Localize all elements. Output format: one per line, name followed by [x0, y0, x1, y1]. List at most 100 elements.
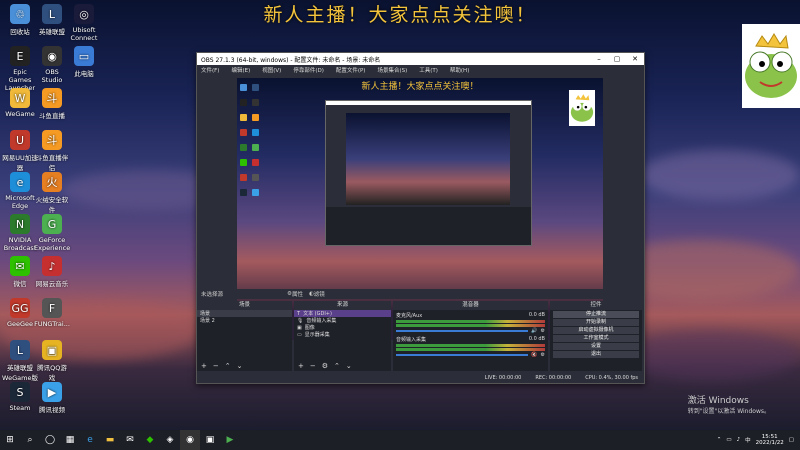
- desktop-icon[interactable]: ◎ Ubisoft Connect: [66, 4, 102, 42]
- source-item[interactable]: ▭ 显示器采集: [294, 331, 391, 339]
- preview-desktop-icon: [240, 99, 247, 106]
- speaker-muted-icon[interactable]: 🔇: [531, 352, 537, 358]
- menu-item[interactable]: 文件(F): [201, 66, 219, 74]
- volume-meter: [396, 320, 545, 323]
- close-icon[interactable]: ✕: [626, 53, 644, 65]
- desktop-icon[interactable]: ✉ 微信: [2, 256, 38, 288]
- desktop-icon[interactable]: U 网易UU加速器: [2, 130, 38, 172]
- sky-cloud: [620, 330, 800, 380]
- scene-item[interactable]: 场景 2: [197, 317, 292, 324]
- menu-item[interactable]: 场景集合(S): [377, 66, 407, 74]
- desktop-icon[interactable]: ♲ 回收站: [2, 4, 38, 36]
- source-item[interactable]: ▣ 图像: [294, 324, 391, 332]
- volume-meter: [396, 348, 545, 351]
- preview-desktop-icon: [240, 144, 247, 151]
- add-icon[interactable]: +: [201, 362, 207, 370]
- chevron-up-icon[interactable]: ⌃: [717, 437, 722, 443]
- game-icon[interactable]: ◈: [160, 430, 180, 450]
- app-icon: GG: [10, 298, 30, 318]
- edge-icon[interactable]: e: [80, 430, 100, 450]
- gear-icon[interactable]: ⚙: [322, 362, 328, 370]
- widgets-icon[interactable]: ▦: [60, 430, 80, 450]
- ime-icon[interactable]: 中: [745, 436, 751, 444]
- desktop-icon-label: 腾讯视频: [39, 406, 65, 414]
- text-icon: T: [297, 310, 301, 317]
- menu-item[interactable]: 工具(T): [419, 66, 438, 74]
- network-icon[interactable]: ▭: [726, 437, 731, 443]
- search-icon[interactable]: ⌕: [20, 430, 40, 450]
- desktop-icon[interactable]: G GeForce Experience: [34, 214, 70, 252]
- clock[interactable]: 15:51 2022/1/22: [756, 434, 784, 446]
- app-icon: N: [10, 214, 30, 234]
- preview-desktop-icon: [240, 129, 247, 136]
- start-recording-button[interactable]: 开始录制: [553, 319, 639, 326]
- stop-streaming-button[interactable]: 停止推流: [553, 311, 639, 318]
- up-icon[interactable]: ⌃: [225, 362, 231, 370]
- up-icon[interactable]: ⌃: [334, 362, 340, 370]
- settings-button[interactable]: 设置: [553, 343, 639, 350]
- cpu-fps: CPU: 0.4%, 30.00 fps: [585, 374, 638, 381]
- scene-item[interactable]: 场景: [197, 310, 292, 317]
- down-icon[interactable]: ⌄: [237, 362, 243, 370]
- desktop-icon[interactable]: S Steam: [2, 382, 38, 412]
- remove-icon[interactable]: −: [213, 362, 219, 370]
- desktop-icon[interactable]: ◉ OBS Studio: [34, 46, 70, 84]
- desktop-icon[interactable]: GG GeeGee: [2, 298, 38, 328]
- desktop-icon[interactable]: L 英雄联盟WeGame版: [2, 340, 38, 382]
- maximize-icon[interactable]: ▢: [608, 53, 626, 65]
- mail-icon[interactable]: ✉: [120, 430, 140, 450]
- desktop-icon[interactable]: L 英雄联盟: [34, 4, 70, 36]
- exit-button[interactable]: 退出: [553, 351, 639, 358]
- file-explorer-icon[interactable]: ▬: [100, 430, 120, 450]
- remove-icon[interactable]: −: [310, 362, 316, 370]
- windows-start-icon[interactable]: ⊞: [0, 430, 20, 450]
- volume-slider[interactable]: [396, 330, 529, 332]
- sources-header: 来源: [294, 301, 391, 310]
- minimize-icon[interactable]: –: [590, 53, 608, 65]
- obs-titlebar[interactable]: OBS 27.1.3 (64-bit, windows) - 配置文件: 未命名…: [197, 53, 644, 65]
- obs-taskbar-icon[interactable]: ◉: [180, 430, 200, 450]
- app-icon: L: [10, 340, 30, 360]
- desktop-icon[interactable]: e Microsoft Edge: [2, 172, 38, 210]
- gear-icon[interactable]: ⚙: [541, 328, 545, 334]
- desktop-icon-label: WeGame: [5, 110, 35, 118]
- source-item[interactable]: T 文本 (GDI+): [294, 310, 391, 317]
- task-view-icon[interactable]: ◯: [40, 430, 60, 450]
- desktop-icon[interactable]: ▭ 此电脑: [66, 46, 102, 78]
- desktop-icon[interactable]: N NVIDIA Broadcast: [2, 214, 38, 252]
- menu-item[interactable]: 编辑(E): [231, 66, 250, 74]
- desktop-icon[interactable]: ▣ 腾讯QQ游戏: [34, 340, 70, 382]
- controls-header: 控件: [550, 301, 642, 310]
- app-icon[interactable]: ▣: [200, 430, 220, 450]
- speaker-icon[interactable]: 🔊: [531, 328, 537, 334]
- desktop-icon[interactable]: ♪ 网易云音乐: [34, 256, 70, 288]
- app-icon[interactable]: ◆: [140, 430, 160, 450]
- desktop-icon[interactable]: 火火绒安全软件: [34, 172, 70, 214]
- desktop-icon[interactable]: 斗斗鱼直播伴侣: [34, 130, 70, 172]
- app-icon: ▶: [42, 382, 62, 402]
- properties-button[interactable]: 属性: [292, 290, 303, 298]
- down-icon[interactable]: ⌄: [346, 362, 352, 370]
- desktop-icon[interactable]: 斗斗鱼直播: [34, 88, 70, 120]
- source-item[interactable]: 🎙 音频输入采集: [294, 317, 391, 325]
- menu-item[interactable]: 视图(V): [262, 66, 281, 74]
- desktop-icon[interactable]: ▶ 腾讯视频: [34, 382, 70, 414]
- filters-button[interactable]: 滤镜: [314, 290, 325, 298]
- desktop-icon[interactable]: W WeGame: [2, 88, 38, 118]
- studio-mode-button[interactable]: 工作室模式: [553, 335, 639, 342]
- desktop-icon-label: NVIDIA Broadcast: [3, 236, 37, 252]
- gear-icon[interactable]: ⚙: [541, 352, 545, 358]
- start-virtual-camera-button[interactable]: 启动虚拟摄像机: [553, 327, 639, 334]
- desktop-icon[interactable]: EEpic Games Launcher: [2, 46, 38, 92]
- menu-item[interactable]: 配置文件(P): [336, 66, 366, 74]
- nvidia-icon[interactable]: ▶: [220, 430, 240, 450]
- menu-item[interactable]: 停靠部件(D): [293, 66, 324, 74]
- menu-item[interactable]: 帮助(H): [450, 66, 469, 74]
- volume-slider[interactable]: [396, 354, 529, 356]
- notification-icon[interactable]: ▢: [789, 437, 794, 443]
- obs-statusbar: LIVE: 00:00:00 REC: 00:00:00 CPU: 0.4%, …: [197, 372, 644, 383]
- obs-window[interactable]: OBS 27.1.3 (64-bit, windows) - 配置文件: 未命名…: [196, 52, 645, 384]
- volume-icon[interactable]: ♪: [737, 437, 741, 443]
- add-icon[interactable]: +: [298, 362, 304, 370]
- desktop-icon[interactable]: F FUNGTrai...: [34, 298, 70, 328]
